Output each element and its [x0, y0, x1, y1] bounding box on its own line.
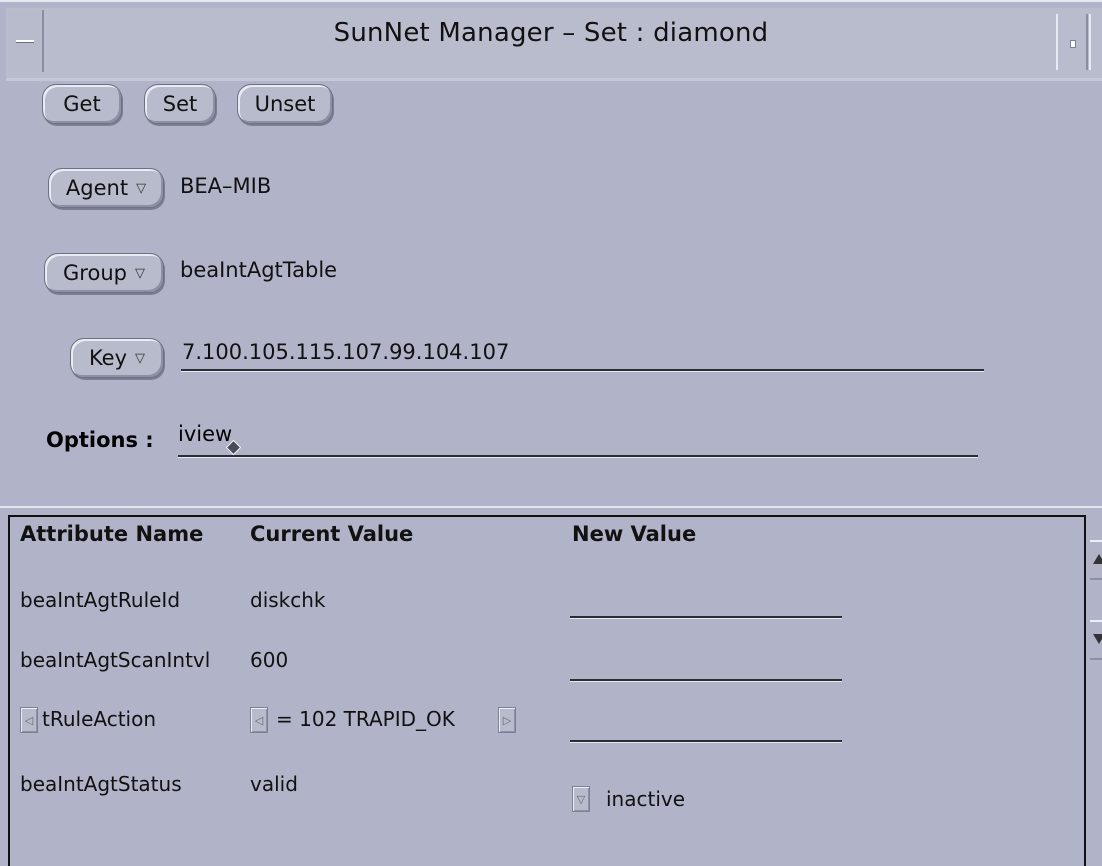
attribute-table [8, 515, 1086, 866]
window-title: SunNet Manager – Set : diamond [333, 18, 769, 48]
triangle-down-icon: ▽ [134, 265, 145, 281]
header-current-value: Current Value [250, 522, 414, 546]
arrow-left-icon[interactable]: ◁ [250, 707, 268, 733]
row-current-value: = 102 TRAPID_OK [276, 707, 455, 731]
row-attribute-name: tRuleAction [42, 707, 157, 731]
unset-button[interactable]: Unset [237, 84, 333, 124]
row-attribute-name: beaIntAgtScanIntvl [20, 648, 211, 672]
group-menu-button[interactable]: Group ▽ [44, 253, 164, 293]
set-button-label: Set [162, 92, 198, 116]
header-attribute-name: Attribute Name [20, 522, 204, 546]
get-button-label: Get [63, 92, 101, 116]
triangle-down-icon[interactable]: ▽ [572, 786, 590, 812]
key-menu-button[interactable]: Key ▽ [70, 338, 164, 378]
row-current-value: valid [250, 772, 298, 796]
key-button-label: Key [88, 346, 128, 370]
row-attribute-name: beaIntAgtRuleId [20, 588, 181, 612]
resize-icon[interactable] [1056, 14, 1088, 70]
new-value-field[interactable] [570, 740, 842, 743]
new-value-field[interactable] [570, 616, 842, 619]
key-field[interactable]: 7.100.105.115.107.99.104.107 [182, 340, 509, 364]
row-attribute-name: beaIntAgtStatus [20, 772, 182, 796]
options-label: Options : [46, 428, 154, 452]
triangle-down-icon: ▽ [135, 350, 146, 366]
unset-button-label: Unset [254, 92, 316, 116]
arrow-left-icon[interactable]: ◁ [20, 707, 38, 733]
window-edge [1089, 14, 1102, 70]
set-button[interactable]: Set [144, 84, 216, 124]
row-current-value: 600 [250, 648, 289, 672]
options-value: iview [178, 422, 233, 446]
arrow-right-icon[interactable]: ▷ [498, 707, 516, 733]
row-current-value: diskchk [250, 588, 326, 612]
options-field-underline [178, 455, 978, 458]
new-value-choice[interactable]: inactive [606, 787, 685, 811]
header-new-value: New Value [572, 522, 697, 546]
new-value-field[interactable] [570, 679, 842, 682]
agent-value: BEA–MIB [180, 174, 272, 198]
options-field[interactable]: iview [178, 422, 978, 456]
get-button[interactable]: Get [42, 84, 122, 124]
divider [0, 506, 1102, 508]
group-value: beaIntAgtTable [180, 258, 338, 282]
agent-button-label: Agent [65, 176, 129, 200]
arrow-up-icon[interactable] [1090, 540, 1102, 580]
key-field-underline [181, 369, 984, 372]
arrow-down-icon[interactable] [1090, 620, 1102, 660]
agent-menu-button[interactable]: Agent ▽ [48, 168, 164, 208]
group-button-label: Group [63, 261, 127, 285]
triangle-down-icon: ▽ [136, 180, 147, 196]
